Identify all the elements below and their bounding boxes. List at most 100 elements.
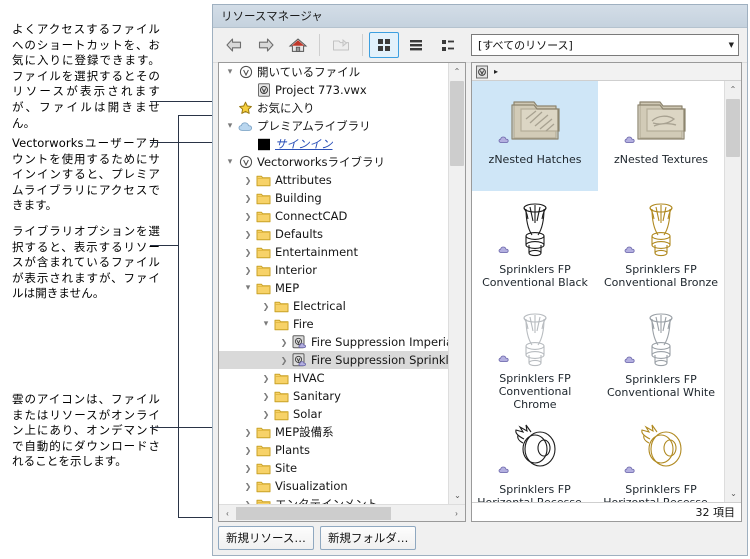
new-folder-button[interactable]: 新規フォルダ…	[319, 526, 417, 550]
resource-item[interactable]: Sprinklers FP Conventional Bronze	[598, 191, 724, 301]
chevron-right-icon[interactable]: ❯	[277, 338, 291, 347]
tree-row[interactable]: ❯ Attributes	[219, 171, 448, 189]
chevron-right-icon[interactable]: ❯	[259, 302, 273, 311]
chevron-right-icon[interactable]: ❯	[277, 356, 291, 365]
chevron-right-icon[interactable]: ❯	[259, 410, 273, 419]
sign-in-link[interactable]: サインイン	[272, 136, 333, 152]
tree-row[interactable]: ❯ Plants	[219, 441, 448, 459]
tree-hscroll-track[interactable]	[236, 506, 448, 521]
home-icon	[288, 38, 308, 52]
resource-grid-wrap: zNested Hatches zNested Textures Sprinkler…	[472, 81, 724, 502]
resource-item[interactable]: Sprinklers FP Conventional White	[598, 301, 724, 411]
tree-row[interactable]: ❯ Site	[219, 459, 448, 477]
resource-scroll-up-icon[interactable]: ⌃	[725, 81, 741, 98]
tree-row[interactable]: ▾ Fire	[219, 315, 448, 333]
new-file-button[interactable]	[326, 32, 356, 58]
tree-row[interactable]: Project 773.vwx	[219, 81, 448, 99]
tree-row[interactable]: ❯ Fire Suppression Sprinkler	[219, 351, 448, 369]
view-details-button[interactable]	[433, 32, 463, 58]
tree-row-label: Fire Suppression Sprinkler	[311, 353, 448, 367]
tree-row[interactable]: ❯ ConnectCAD	[219, 207, 448, 225]
chevron-down-icon[interactable]: ▾	[241, 283, 255, 293]
scroll-down-icon[interactable]: ⌄	[449, 487, 465, 504]
chevron-right-icon[interactable]: ❯	[241, 428, 255, 437]
tree-row[interactable]: ❯ Interior	[219, 261, 448, 279]
forward-button[interactable]	[251, 32, 281, 58]
chevron-right-icon[interactable]: ❯	[241, 230, 255, 239]
resource-status-bar: 32 項目	[472, 502, 741, 521]
tree-row[interactable]: ❯ Entertainment	[219, 243, 448, 261]
tree-row[interactable]: ▾ MEP	[219, 279, 448, 297]
chevron-down-icon[interactable]: ▾	[223, 121, 237, 131]
leader-bracket-v	[178, 142, 179, 517]
chevron-right-icon[interactable]: ❯	[259, 392, 273, 401]
tree-row[interactable]: ▾ Vectorworksライブラリ	[219, 153, 448, 171]
chevron-right-icon[interactable]: ❯	[241, 482, 255, 491]
tree-row[interactable]: ❯ エンタテインメント	[219, 495, 448, 504]
resource-thumbnail-panel: ▸ zNested Hatches zNested Textures Sprinkl…	[471, 62, 742, 522]
cloud-badge-icon	[498, 131, 511, 149]
chevron-right-icon[interactable]: ❯	[241, 176, 255, 185]
view-thumbnails-button[interactable]	[369, 32, 399, 58]
resource-filter-combo[interactable]: [すべてのリソース] ▼	[471, 34, 739, 56]
tree-row-label: MEP	[275, 281, 300, 295]
chevron-down-icon[interactable]: ▾	[259, 319, 273, 329]
back-button[interactable]	[219, 32, 249, 58]
resource-scroll-down-icon[interactable]: ⌄	[725, 485, 741, 502]
resource-item[interactable]: Sprinklers FP Horizontal Recesse…	[598, 411, 724, 502]
annotation-signin: Vectorworksユーザーアカウントを使用するためにサインインすると、プレミ…	[12, 136, 160, 213]
tree-row[interactable]: ❯ Solar	[219, 405, 448, 423]
scroll-up-icon[interactable]: ⌃	[449, 63, 465, 80]
tree-horizontal-scrollbar[interactable]: ‹ ›	[219, 504, 465, 521]
chevron-right-icon[interactable]: ❯	[241, 446, 255, 455]
tree-row-label: Electrical	[293, 299, 346, 313]
tree-row[interactable]: ❯ Fire Suppression Imperial	[219, 333, 448, 351]
tree-vertical-scrollbar[interactable]: ⌃ ⌄	[448, 63, 465, 504]
cloud-file-icon	[291, 335, 308, 349]
resource-item[interactable]: Sprinklers FP Horizontal Recesse…	[472, 411, 598, 502]
resource-item[interactable]: Sprinklers FP Conventional Black	[472, 191, 598, 301]
new-resource-button[interactable]: 新規リソース…	[218, 526, 314, 550]
sprinkler-horizontal-icon	[598, 417, 724, 483]
tree-row[interactable]: ▾ プレミアムライブラリ	[219, 117, 448, 135]
chevron-right-icon[interactable]: ❯	[241, 248, 255, 257]
resource-item[interactable]: zNested Textures	[598, 81, 724, 191]
tree-row[interactable]: ❯ Defaults	[219, 225, 448, 243]
tree-row[interactable]: ▾ 開いているファイル	[219, 63, 448, 81]
annotation-column: よくアクセスするファイルへのショートカットを、お気に入りに登録できます。ファイル…	[0, 0, 212, 559]
tree-row[interactable]: お気に入り	[219, 99, 448, 117]
chevron-right-icon[interactable]: ❯	[241, 464, 255, 473]
resource-item[interactable]: Sprinklers FP Conventional Chrome	[472, 301, 598, 411]
sprinkler-upright-icon	[598, 307, 724, 373]
details-view-icon	[442, 40, 454, 51]
tree-row[interactable]: ❯ Building	[219, 189, 448, 207]
chevron-down-icon[interactable]: ▾	[223, 157, 237, 167]
resource-vertical-scrollbar[interactable]: ⌃ ⌄	[724, 81, 741, 502]
chevron-right-icon[interactable]: ❯	[241, 212, 255, 221]
sprinkler-upright-icon	[472, 307, 598, 372]
chevron-right-icon[interactable]: ❯	[259, 374, 273, 383]
sprinkler-horizontal-icon	[472, 417, 598, 483]
resource-scroll-thumb[interactable]	[726, 99, 740, 157]
tree-row[interactable]: ❯ HVAC	[219, 369, 448, 387]
resource-item[interactable]: zNested Hatches	[472, 81, 598, 191]
tree-row[interactable]: サインイン	[219, 135, 448, 153]
breadcrumb[interactable]: ▸	[472, 63, 741, 81]
vw-circle-icon	[237, 65, 254, 79]
view-list-button[interactable]	[401, 32, 431, 58]
tree-row[interactable]: ❯ Sanitary	[219, 387, 448, 405]
tree-row[interactable]: ❯ Visualization	[219, 477, 448, 495]
tree-row[interactable]: ❯ Electrical	[219, 297, 448, 315]
tree-row[interactable]: ❯ MEP設備系	[219, 423, 448, 441]
tree-scroll-thumb[interactable]	[450, 81, 464, 166]
chevron-down-icon: ▼	[728, 41, 734, 49]
chevron-right-icon[interactable]: ❯	[241, 194, 255, 203]
scroll-left-icon[interactable]: ‹	[219, 509, 236, 518]
home-button[interactable]	[283, 32, 313, 58]
folder-icon	[273, 372, 290, 385]
scroll-right-icon[interactable]: ›	[448, 509, 465, 518]
chevron-right-icon[interactable]: ❯	[241, 266, 255, 275]
tree-hscroll-thumb[interactable]	[236, 506, 391, 520]
annotation-library-option: ライブラリオプションを選択すると、表示するリソースが含まれているファイルが表示さ…	[12, 224, 160, 301]
chevron-down-icon[interactable]: ▾	[223, 67, 237, 77]
